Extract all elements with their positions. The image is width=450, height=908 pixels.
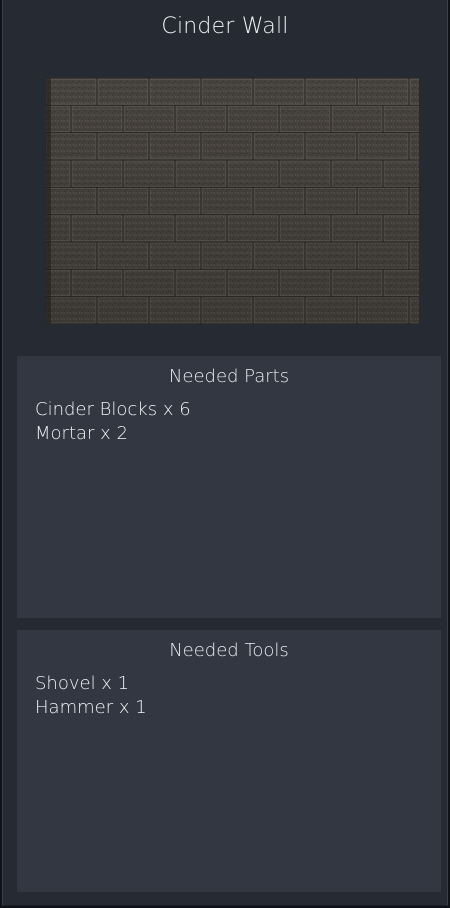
item-title: Cinder Wall (161, 14, 289, 39)
needed-tools-box: Needed Tools Shovel x 1 Hammer x 1 (17, 630, 441, 892)
needed-parts-box: Needed Parts Cinder Blocks x 6 Mortar x … (17, 356, 441, 618)
needed-parts-heading: Needed Parts (168, 366, 290, 387)
needed-parts-list: Cinder Blocks x 6 Mortar x 2 (35, 398, 191, 446)
list-item: Hammer x 1 (35, 697, 147, 718)
needed-tools-list: Shovel x 1 Hammer x 1 (35, 672, 147, 720)
list-item: Shovel x 1 (35, 673, 130, 694)
needed-tools-heading: Needed Tools (169, 640, 289, 661)
crafting-panel: Cinder Wall Needed Parts Cinder Blocks x… (2, 0, 448, 906)
cinder-wall-texture-icon (45, 78, 419, 324)
item-preview-image (45, 78, 419, 324)
list-item: Cinder Blocks x 6 (35, 399, 191, 420)
list-item: Mortar x 2 (35, 423, 128, 444)
